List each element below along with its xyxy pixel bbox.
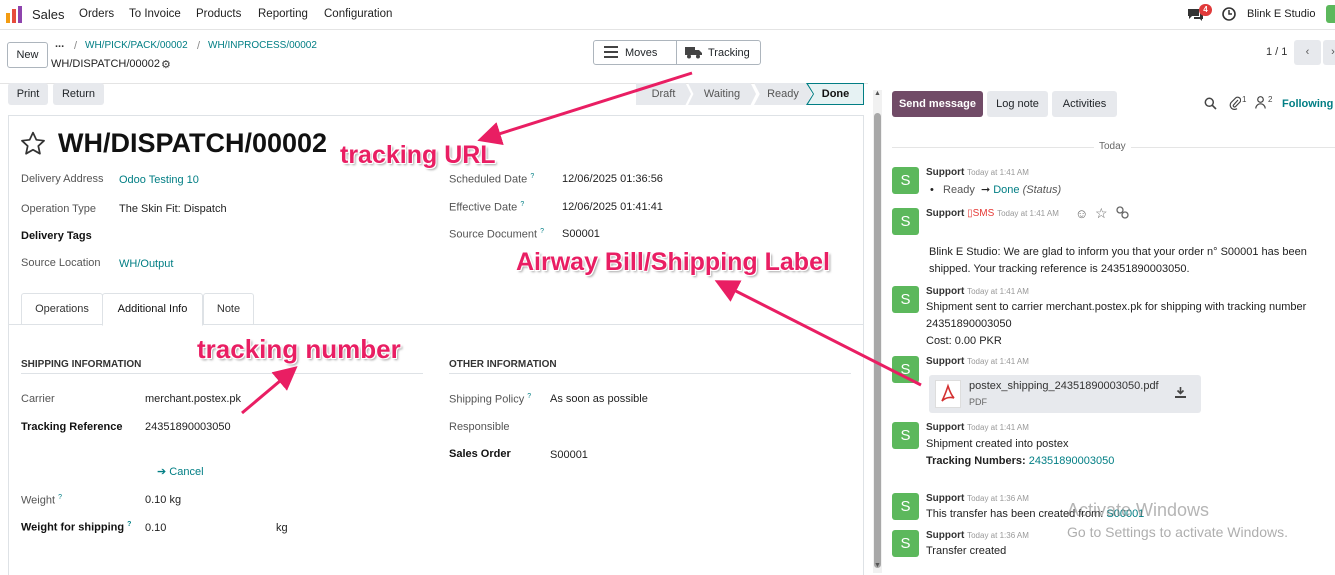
- tracking-url-arrow: [477, 71, 693, 146]
- annotation-arrows: [241, 71, 922, 415]
- annotation-tracking-number: tracking number: [197, 334, 401, 364]
- annotation-tracking-url: tracking URL: [340, 141, 496, 169]
- airway-bill-arrow: [714, 280, 922, 387]
- tracking-number-arrow: [241, 366, 298, 415]
- annotation-airway-bill: Airway Bill/Shipping Label: [516, 248, 830, 276]
